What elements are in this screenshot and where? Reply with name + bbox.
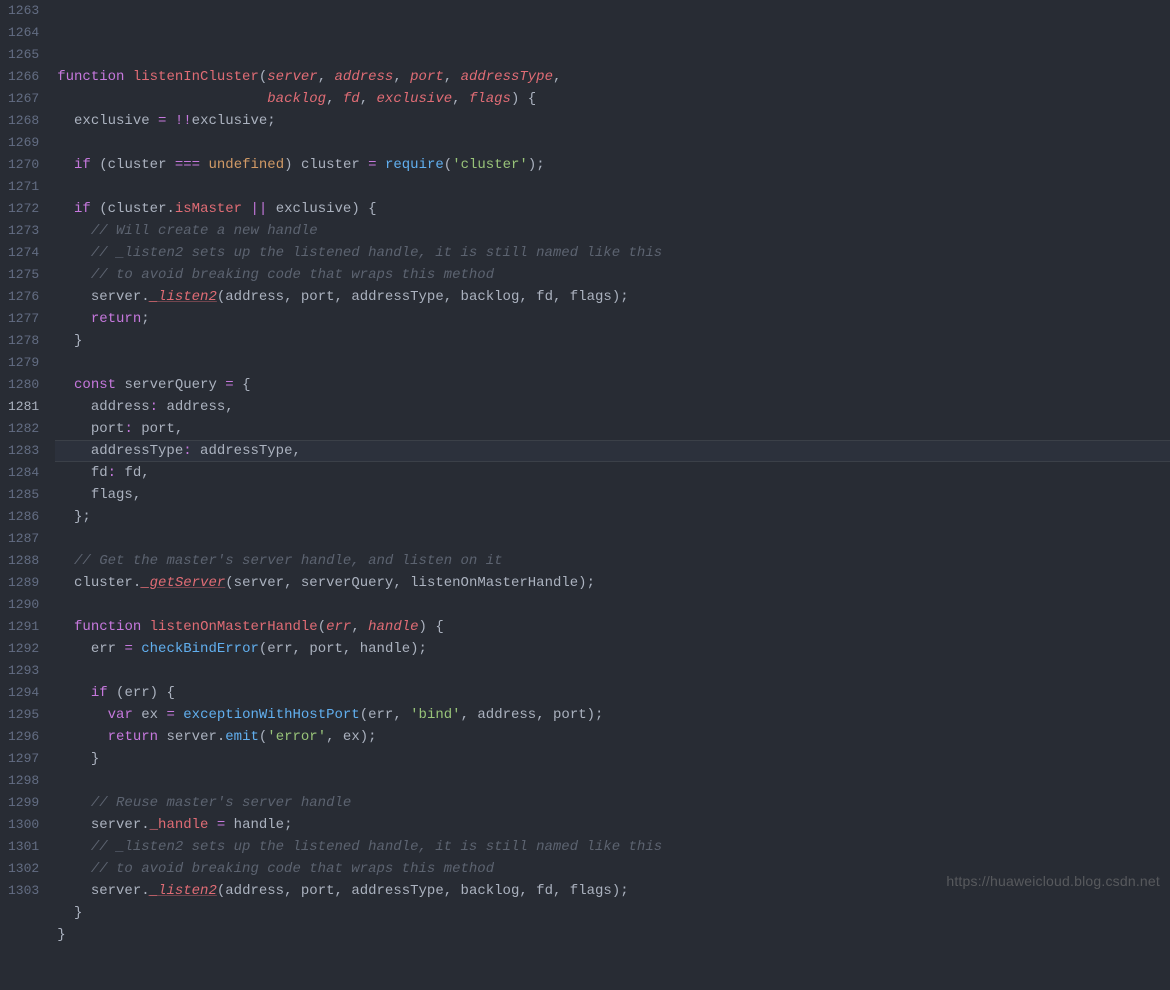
code-line[interactable]: // to avoid breaking code that wraps thi… [57, 264, 1170, 286]
code-line[interactable]: } [57, 748, 1170, 770]
code-line[interactable] [57, 594, 1170, 616]
line-number: 1267 [8, 88, 39, 110]
code-line[interactable]: server._listen2(address, port, addressTy… [57, 880, 1170, 902]
line-number: 1291 [8, 616, 39, 638]
code-line[interactable]: cluster._getServer(server, serverQuery, … [57, 572, 1170, 594]
code-line[interactable] [57, 660, 1170, 682]
line-number: 1263 [8, 0, 39, 22]
line-number: 1268 [8, 110, 39, 132]
code-line[interactable]: exclusive = !!exclusive; [57, 110, 1170, 132]
line-number-gutter: 1263126412651266126712681269127012711272… [0, 0, 57, 895]
line-number: 1270 [8, 154, 39, 176]
line-number: 1272 [8, 198, 39, 220]
code-line[interactable]: if (cluster === undefined) cluster = req… [57, 154, 1170, 176]
code-line[interactable]: } [57, 330, 1170, 352]
code-line[interactable]: // _listen2 sets up the listened handle,… [57, 836, 1170, 858]
code-editor[interactable]: 1263126412651266126712681269127012711272… [0, 0, 1170, 895]
line-number: 1286 [8, 506, 39, 528]
line-number: 1266 [8, 66, 39, 88]
line-number: 1265 [8, 44, 39, 66]
code-line[interactable]: var ex = exceptionWithHostPort(err, 'bin… [57, 704, 1170, 726]
line-number: 1279 [8, 352, 39, 374]
line-number: 1274 [8, 242, 39, 264]
line-number: 1269 [8, 132, 39, 154]
line-number: 1271 [8, 176, 39, 198]
line-number: 1295 [8, 704, 39, 726]
line-number: 1275 [8, 264, 39, 286]
line-number: 1290 [8, 594, 39, 616]
code-line[interactable]: port: port, [57, 418, 1170, 440]
line-number: 1287 [8, 528, 39, 550]
line-number: 1299 [8, 792, 39, 814]
code-line[interactable]: if (err) { [57, 682, 1170, 704]
line-number: 1300 [8, 814, 39, 836]
line-number: 1285 [8, 484, 39, 506]
code-line[interactable]: function listenInCluster(server, address… [57, 66, 1170, 88]
code-line[interactable]: return server.emit('error', ex); [57, 726, 1170, 748]
line-number: 1283 [8, 440, 39, 462]
code-line[interactable]: addressType: addressType, [55, 440, 1170, 462]
line-number: 1296 [8, 726, 39, 748]
line-number: 1303 [8, 880, 39, 902]
line-number: 1282 [8, 418, 39, 440]
line-number: 1293 [8, 660, 39, 682]
code-line[interactable]: if (cluster.isMaster || exclusive) { [57, 198, 1170, 220]
line-number: 1302 [8, 858, 39, 880]
code-line[interactable]: fd: fd, [57, 462, 1170, 484]
line-number: 1277 [8, 308, 39, 330]
line-number: 1281 [8, 396, 39, 418]
code-area[interactable]: function listenInCluster(server, address… [57, 0, 1170, 895]
line-number: 1289 [8, 572, 39, 594]
code-line[interactable]: // _listen2 sets up the listened handle,… [57, 242, 1170, 264]
code-line[interactable]: // to avoid breaking code that wraps thi… [57, 858, 1170, 880]
code-line[interactable]: return; [57, 308, 1170, 330]
code-line[interactable]: address: address, [57, 396, 1170, 418]
code-line[interactable]: } [57, 902, 1170, 924]
code-line[interactable]: } [57, 924, 1170, 946]
line-number: 1292 [8, 638, 39, 660]
code-line[interactable] [57, 176, 1170, 198]
line-number: 1301 [8, 836, 39, 858]
code-line[interactable]: // Will create a new handle [57, 220, 1170, 242]
code-line[interactable] [57, 44, 1170, 66]
line-number: 1273 [8, 220, 39, 242]
code-line[interactable] [57, 352, 1170, 374]
line-number: 1298 [8, 770, 39, 792]
line-number: 1288 [8, 550, 39, 572]
code-line[interactable]: const serverQuery = { [57, 374, 1170, 396]
line-number: 1276 [8, 286, 39, 308]
line-number: 1294 [8, 682, 39, 704]
code-line[interactable]: }; [57, 506, 1170, 528]
line-number: 1297 [8, 748, 39, 770]
code-line[interactable]: // Reuse master's server handle [57, 792, 1170, 814]
code-line[interactable] [57, 770, 1170, 792]
code-line[interactable]: err = checkBindError(err, port, handle); [57, 638, 1170, 660]
line-number: 1278 [8, 330, 39, 352]
code-line[interactable] [57, 528, 1170, 550]
code-line[interactable]: server._handle = handle; [57, 814, 1170, 836]
code-line[interactable]: backlog, fd, exclusive, flags) { [57, 88, 1170, 110]
line-number: 1264 [8, 22, 39, 44]
code-line[interactable] [57, 132, 1170, 154]
code-line[interactable]: function listenOnMasterHandle(err, handl… [57, 616, 1170, 638]
line-number: 1284 [8, 462, 39, 484]
code-line[interactable]: flags, [57, 484, 1170, 506]
code-line[interactable]: // Get the master's server handle, and l… [57, 550, 1170, 572]
line-number: 1280 [8, 374, 39, 396]
code-line[interactable]: server._listen2(address, port, addressTy… [57, 286, 1170, 308]
